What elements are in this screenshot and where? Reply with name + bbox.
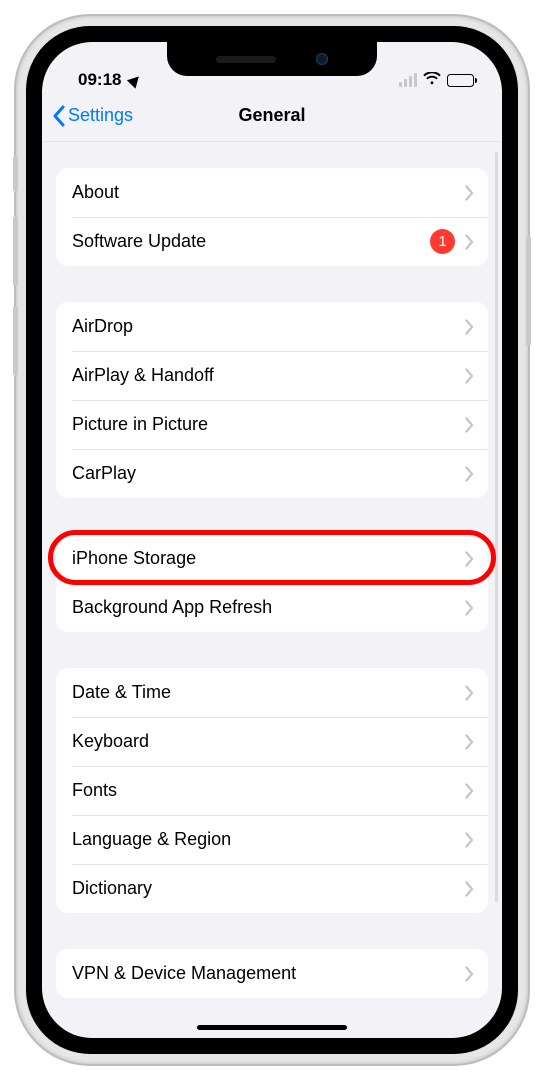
- chevron-right-icon: [465, 466, 474, 482]
- row-iphone-storage[interactable]: iPhone Storage: [56, 534, 488, 583]
- chevron-right-icon: [465, 319, 474, 335]
- row-carplay[interactable]: CarPlay: [56, 449, 488, 498]
- row-label: CarPlay: [72, 463, 465, 484]
- settings-group: Date & Time Keyboard Fonts Language & Regio…: [56, 668, 488, 913]
- chevron-right-icon: [465, 832, 474, 848]
- iphone-frame: 09:18 Settings: [16, 16, 528, 1064]
- row-label: Fonts: [72, 780, 465, 801]
- chevron-right-icon: [465, 685, 474, 701]
- row-label: About: [72, 182, 465, 203]
- chevron-right-icon: [465, 734, 474, 750]
- row-dictionary[interactable]: Dictionary: [56, 864, 488, 913]
- front-camera: [316, 53, 328, 65]
- row-fonts[interactable]: Fonts: [56, 766, 488, 815]
- wifi-icon: [423, 70, 441, 90]
- chevron-right-icon: [465, 417, 474, 433]
- back-button[interactable]: Settings: [52, 105, 133, 127]
- home-indicator[interactable]: [197, 1025, 347, 1030]
- row-label: Software Update: [72, 231, 430, 252]
- row-airdrop[interactable]: AirDrop: [56, 302, 488, 351]
- location-icon: [127, 72, 143, 88]
- volume-down-button: [13, 306, 18, 376]
- volume-up-button: [13, 216, 18, 286]
- row-label: AirDrop: [72, 316, 465, 337]
- chevron-right-icon: [465, 234, 474, 250]
- row-software-update[interactable]: Software Update1: [56, 217, 488, 266]
- chevron-right-icon: [465, 368, 474, 384]
- chevron-left-icon: [52, 105, 65, 127]
- row-label: Keyboard: [72, 731, 465, 752]
- settings-group: iPhone Storage Background App Refresh: [56, 534, 488, 632]
- row-keyboard[interactable]: Keyboard: [56, 717, 488, 766]
- chevron-right-icon: [465, 783, 474, 799]
- row-date-time[interactable]: Date & Time: [56, 668, 488, 717]
- chevron-right-icon: [465, 881, 474, 897]
- status-time: 09:18: [78, 70, 121, 90]
- row-picture-in-picture[interactable]: Picture in Picture: [56, 400, 488, 449]
- row-about[interactable]: About: [56, 168, 488, 217]
- settings-group: AirDrop AirPlay & Handoff Picture in Pictu…: [56, 302, 488, 498]
- row-airplay-handoff[interactable]: AirPlay & Handoff: [56, 351, 488, 400]
- silence-switch: [13, 156, 18, 192]
- row-vpn-device-management[interactable]: VPN & Device Management: [56, 949, 488, 998]
- row-language-region[interactable]: Language & Region: [56, 815, 488, 864]
- row-label: VPN & Device Management: [72, 963, 465, 984]
- content-area: About Software Update1 AirDrop AirPlay & Ha…: [42, 142, 502, 1038]
- power-button: [526, 236, 531, 346]
- speaker-grille: [216, 56, 276, 63]
- back-label: Settings: [68, 105, 133, 126]
- row-label: iPhone Storage: [72, 548, 465, 569]
- row-label: Dictionary: [72, 878, 465, 899]
- chevron-right-icon: [465, 966, 474, 982]
- settings-group: About Software Update1: [56, 168, 488, 266]
- row-label: Language & Region: [72, 829, 465, 850]
- row-label: AirPlay & Handoff: [72, 365, 465, 386]
- nav-bar: Settings General: [42, 90, 502, 142]
- chevron-right-icon: [465, 551, 474, 567]
- scrollbar[interactable]: [495, 152, 498, 902]
- notification-badge: 1: [430, 229, 455, 254]
- row-label: Date & Time: [72, 682, 465, 703]
- cellular-signal-icon: [399, 73, 417, 87]
- chevron-right-icon: [465, 600, 474, 616]
- row-label: Background App Refresh: [72, 597, 465, 618]
- notch: [167, 42, 377, 76]
- battery-icon: [447, 74, 474, 87]
- chevron-right-icon: [465, 185, 474, 201]
- row-label: Picture in Picture: [72, 414, 465, 435]
- row-background-app-refresh[interactable]: Background App Refresh: [56, 583, 488, 632]
- settings-group: VPN & Device Management: [56, 949, 488, 998]
